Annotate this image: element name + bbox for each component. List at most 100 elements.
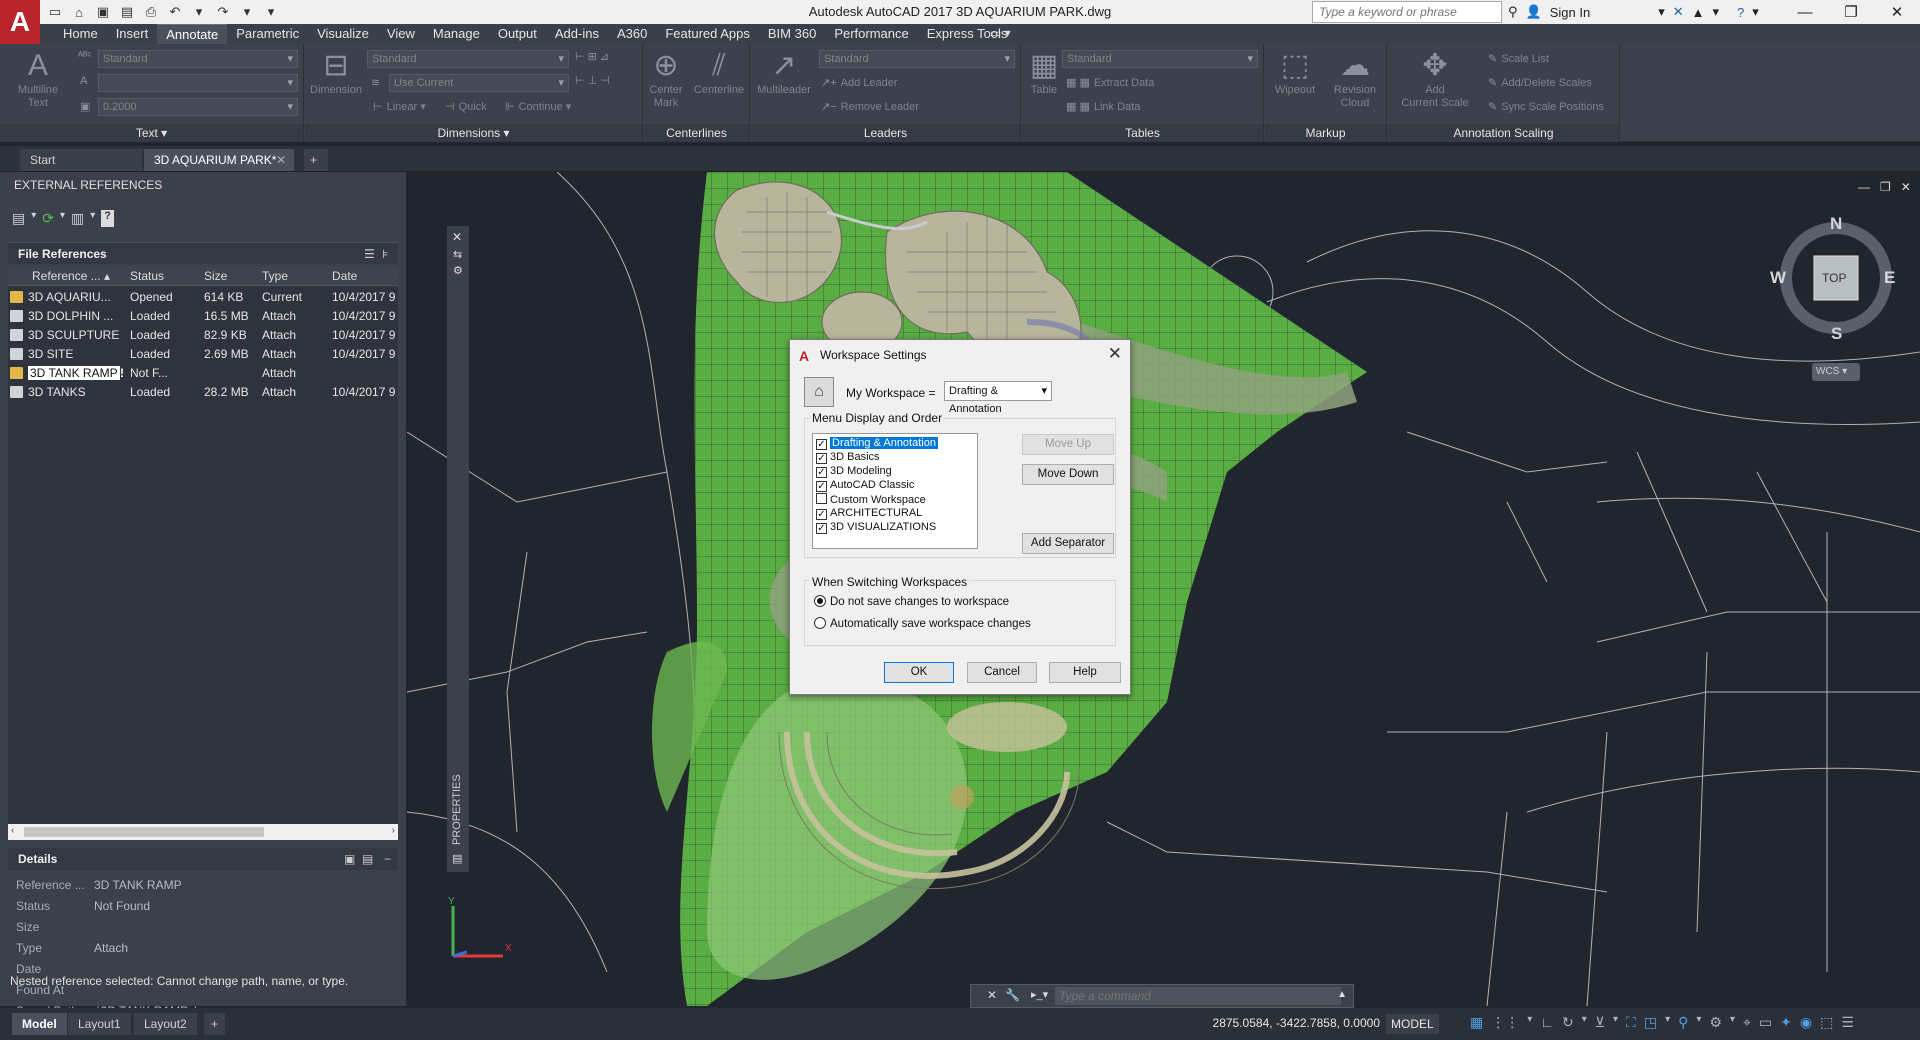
multileader-style-combo[interactable]: Standard (819, 50, 1015, 68)
help-button[interactable]: Help (1049, 662, 1121, 683)
dimension-layer-combo[interactable]: Use Current (389, 74, 569, 92)
close-palette-icon[interactable]: ✕ (452, 230, 462, 244)
workspace-checkbox[interactable]: ✓ (816, 523, 827, 534)
radio-auto-save-indicator[interactable] (814, 617, 826, 629)
ribbon-tab-manage[interactable]: Manage (424, 24, 489, 44)
model-space-button[interactable]: MODEL (1386, 1014, 1439, 1034)
sign-in-link[interactable]: Sign In (1550, 5, 1590, 20)
details-view-icon[interactable]: ▣ (344, 852, 355, 866)
refresh-icon[interactable]: ⟳ (42, 210, 54, 227)
scroll-right-icon[interactable]: › (392, 825, 395, 836)
add-leader-button[interactable]: ↗+ Add Leader (821, 76, 898, 89)
workspace-dropdown-icon[interactable]: ▾ (1730, 1014, 1735, 1031)
preview-view-icon[interactable]: ▤ (362, 852, 373, 866)
a360-dropdown-icon[interactable]: ▾ (1713, 4, 1720, 20)
radio-do-not-save-indicator[interactable] (814, 595, 826, 607)
radio-auto-save[interactable]: Automatically save workspace changes (814, 617, 1031, 630)
layout-tab-model[interactable]: Model (12, 1013, 67, 1035)
layout-tab-layout1[interactable]: Layout1 (68, 1013, 131, 1035)
binoculars-icon[interactable]: ⚲ (1508, 4, 1518, 20)
ribbon-tab-parametric[interactable]: Parametric (227, 24, 308, 44)
leaders-panel-title[interactable]: Leaders (751, 124, 1020, 142)
text-style-combo[interactable]: Standard (98, 50, 298, 68)
dialog-close-button[interactable]: ✕ (1108, 344, 1122, 364)
workspace-checkbox[interactable]: ✓ (816, 467, 827, 478)
clean-screen-icon[interactable]: ⬚ (1820, 1014, 1833, 1031)
refresh-dropdown-icon[interactable]: ▾ (60, 210, 65, 227)
attach-dwg-icon[interactable]: ▤ (12, 210, 25, 227)
workspace-list-item[interactable]: ✓ ARCHITECTURAL (816, 507, 922, 520)
col-size[interactable]: Size (204, 269, 227, 283)
ok-button[interactable]: OK (884, 662, 954, 683)
viewport-restore-icon[interactable]: ❐ (1880, 180, 1891, 194)
viewcube-top-face[interactable]: TOP (1822, 271, 1846, 285)
ribbon-tab-view[interactable]: View (378, 24, 424, 44)
quick-dimension-button[interactable]: ⊣ Quick (445, 100, 487, 113)
workspace-switching-icon[interactable]: ⚙ (1709, 1014, 1722, 1031)
compass-west[interactable]: W (1770, 268, 1786, 288)
layout-tab-layout2[interactable]: Layout2 (134, 1013, 197, 1035)
attach-dropdown-icon[interactable]: ▾ (31, 210, 36, 227)
palette-settings-icon[interactable]: ⚙ (453, 264, 463, 277)
ribbon-tab-bim-360[interactable]: BIM 360 (759, 24, 825, 44)
help-icon[interactable]: ? (1737, 5, 1744, 20)
compass-north[interactable]: N (1830, 214, 1842, 234)
osnap-icon[interactable]: ◳ (1644, 1014, 1657, 1031)
scale-list-button[interactable]: ✎ Scale List (1488, 52, 1549, 65)
polar-icon[interactable]: ↻ (1562, 1014, 1574, 1031)
table-row[interactable]: 3D SITE Loaded 2.69 MB Attach 10/4/2017 9: (8, 345, 398, 364)
selection-cycling-icon[interactable]: ⛶ (1626, 1014, 1636, 1031)
units-icon[interactable]: ▭ (1759, 1014, 1772, 1031)
a360-icon[interactable]: ▲ (1692, 5, 1705, 20)
add-current-scale-button[interactable]: ✥ Add Current Scale (1390, 48, 1480, 110)
auto-hide-icon[interactable]: ⇆ (453, 248, 462, 261)
dimension-style-combo[interactable]: Standard (367, 50, 569, 68)
scroll-left-icon[interactable]: ‹ (11, 825, 14, 836)
ribbon-tab-annotate[interactable]: Annotate (157, 24, 228, 44)
dim-tools-icons[interactable]: ⊢ ⊞ ⊿ (575, 50, 613, 63)
center-mark-button[interactable]: ⊕ Center Mark (644, 48, 688, 110)
workspace-list-item[interactable]: ✓ 3D Modeling (816, 465, 892, 478)
compass-east[interactable]: E (1884, 268, 1895, 288)
table-row[interactable]: 3D SCULPTURE Loaded 82.9 KB Attach 10/4/2017… (8, 326, 398, 345)
table-row[interactable]: 3D TANKS Loaded 28.2 MB Attach 10/4/2017 9: (8, 383, 398, 402)
ortho-icon[interactable]: ∟ (1540, 1014, 1554, 1031)
table-style-combo[interactable]: Standard (1062, 50, 1258, 68)
viewport-close-icon[interactable]: ✕ (1901, 180, 1911, 194)
minimize-window-button[interactable]: — (1782, 0, 1828, 24)
workspace-list-item[interactable]: Custom Workspace (816, 493, 926, 506)
snap-dropdown-icon[interactable]: ▾ (1527, 1014, 1532, 1031)
ribbon-tab-visualize[interactable]: Visualize (308, 24, 378, 44)
cancel-button[interactable]: Cancel (967, 662, 1037, 683)
list-view-icon[interactable]: ☰ (364, 247, 375, 261)
linear-dimension-button[interactable]: ⊢ Linear ▾ (373, 100, 426, 113)
table-button[interactable]: ▦ Table (1024, 48, 1064, 97)
multileader-button[interactable]: ↗ Multileader (753, 48, 815, 97)
workspace-list-item[interactable]: ✓ AutoCAD Classic (816, 479, 914, 492)
wcs-menu[interactable]: WCS ▾ (1812, 363, 1860, 381)
viewcube[interactable]: N S E W TOP (1770, 210, 1896, 343)
osnap-dropdown-icon[interactable]: ▾ (1665, 1014, 1670, 1031)
col-status[interactable]: Status (130, 269, 164, 283)
wipeout-button[interactable]: ⬚ Wipeout (1267, 48, 1323, 97)
annotation-dropdown-icon[interactable]: ▾ (1696, 1014, 1701, 1031)
ribbon-tab-a360[interactable]: A360 (608, 24, 656, 44)
command-input[interactable] (1055, 987, 1341, 1005)
customization-icon[interactable]: ☰ (1841, 1014, 1854, 1031)
coordinates-readout[interactable]: 2875.0584, -3422.7858, 0.0000 (1206, 1016, 1380, 1030)
horizontal-scrollbar[interactable]: ‹ › (8, 824, 398, 840)
my-workspace-select[interactable]: Drafting & Annotation (944, 381, 1052, 415)
viewport-minimize-icon[interactable]: — (1858, 180, 1870, 194)
help-icon[interactable]: ? (101, 210, 115, 227)
tree-view-icon[interactable]: ⊧ (382, 247, 388, 261)
hardware-acceleration-icon[interactable]: ◉ (1800, 1014, 1812, 1031)
change-path-dropdown-icon[interactable]: ▾ (90, 210, 95, 227)
multiline-text-button[interactable]: A Multiline Text (10, 48, 66, 110)
add-separator-button[interactable]: Add Separator (1022, 533, 1114, 554)
polar-dropdown-icon[interactable]: ▾ (1582, 1014, 1587, 1031)
help-dropdown-icon[interactable]: ▾ (1752, 4, 1759, 20)
col-reference[interactable]: Reference ... ▴ (32, 269, 110, 283)
workspace-checkbox[interactable]: ✓ (816, 453, 827, 464)
move-up-button[interactable]: Move Up (1022, 434, 1114, 455)
add-delete-scales-button[interactable]: ✎ Add/Delete Scales (1488, 76, 1592, 89)
